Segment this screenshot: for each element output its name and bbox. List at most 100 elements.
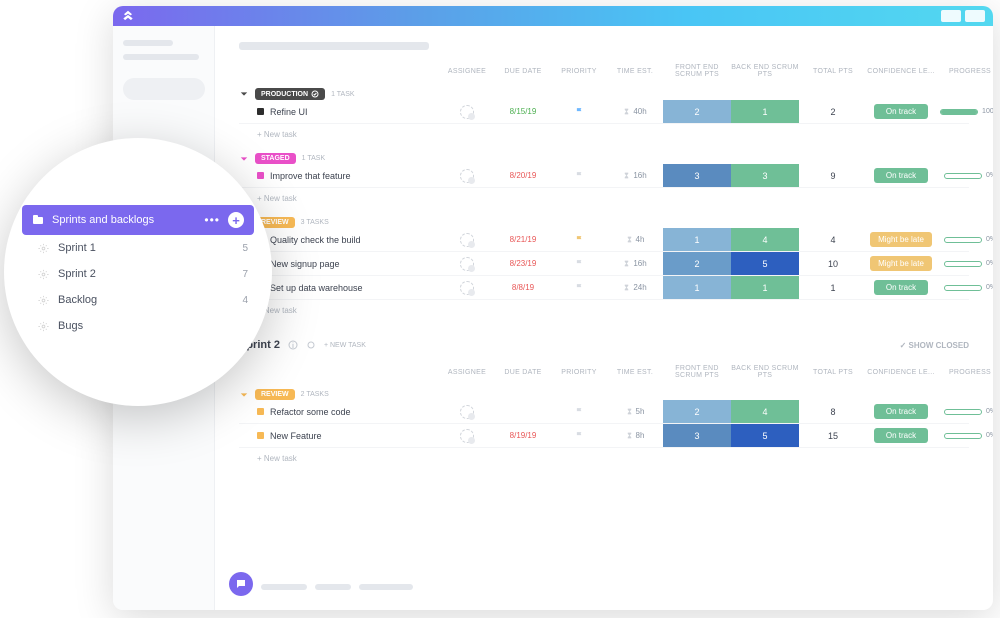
be-scrum-pts[interactable]: 5 bbox=[731, 424, 799, 447]
sidebar-list-item[interactable]: Sprint 15 bbox=[22, 235, 254, 261]
flag-icon[interactable] bbox=[575, 107, 584, 116]
priority-cell[interactable] bbox=[551, 235, 607, 244]
flag-icon[interactable] bbox=[575, 283, 584, 292]
assignee-cell[interactable] bbox=[439, 233, 495, 247]
flag-icon[interactable] bbox=[575, 407, 584, 416]
assignee-placeholder-icon[interactable] bbox=[460, 169, 474, 183]
flag-icon[interactable] bbox=[575, 431, 584, 440]
sprint-header[interactable]: Sprint 2 i + NEW TASK ✓ SHOW CLOSED bbox=[239, 339, 969, 351]
status-group-header[interactable]: STAGED 1 TASK bbox=[239, 153, 969, 164]
fe-scrum-pts[interactable]: 2 bbox=[663, 100, 731, 123]
progress-cell[interactable]: 100% bbox=[935, 108, 993, 115]
chat-button[interactable] bbox=[229, 572, 253, 596]
priority-cell[interactable] bbox=[551, 407, 607, 416]
status-pill[interactable]: REVIEW bbox=[255, 389, 295, 400]
task-row[interactable]: Set up data warehouse 8/8/19 24h 1 1 1 O… bbox=[239, 276, 969, 300]
task-title[interactable]: Improve that feature bbox=[239, 171, 439, 181]
status-pill[interactable]: STAGED bbox=[255, 153, 296, 164]
progress-cell[interactable]: 0% bbox=[935, 236, 993, 243]
be-scrum-pts[interactable]: 1 bbox=[731, 100, 799, 123]
new-task-button[interactable]: + New task bbox=[239, 300, 969, 319]
task-row[interactable]: Refactor some code 5h 2 4 8 On track 0% bbox=[239, 400, 969, 424]
due-date[interactable]: 8/21/19 bbox=[495, 235, 551, 244]
settings-icon[interactable] bbox=[306, 340, 316, 350]
popout-header[interactable]: Sprints and backlogs ••• + bbox=[22, 205, 254, 235]
time-estimate[interactable]: 5h bbox=[607, 407, 663, 416]
priority-cell[interactable] bbox=[551, 107, 607, 116]
time-estimate[interactable]: 8h bbox=[607, 431, 663, 440]
fe-scrum-pts[interactable]: 2 bbox=[663, 252, 731, 275]
fe-scrum-pts[interactable]: 3 bbox=[663, 424, 731, 447]
due-date[interactable]: 8/20/19 bbox=[495, 171, 551, 180]
sidebar-list-item[interactable]: Backlog4 bbox=[22, 287, 254, 313]
add-button[interactable]: + bbox=[228, 212, 244, 228]
status-pill[interactable]: PRODUCTION bbox=[255, 88, 325, 100]
assignee-placeholder-icon[interactable] bbox=[460, 405, 474, 419]
assignee-placeholder-icon[interactable] bbox=[460, 281, 474, 295]
task-row[interactable]: Refine UI 8/15/19 40h 2 1 2 On track 100… bbox=[239, 100, 969, 124]
assignee-placeholder-icon[interactable] bbox=[460, 233, 474, 247]
confidence-cell[interactable]: On track bbox=[867, 428, 935, 443]
confidence-cell[interactable]: Might be late bbox=[867, 232, 935, 247]
new-task-button[interactable]: + New task bbox=[239, 448, 969, 467]
window-control[interactable] bbox=[965, 10, 985, 22]
progress-cell[interactable]: 0% bbox=[935, 408, 993, 415]
assignee-cell[interactable] bbox=[439, 429, 495, 443]
be-scrum-pts[interactable]: 5 bbox=[731, 252, 799, 275]
priority-cell[interactable] bbox=[551, 431, 607, 440]
window-control[interactable] bbox=[941, 10, 961, 22]
task-title[interactable]: New Feature bbox=[239, 431, 439, 441]
due-date[interactable]: 8/15/19 bbox=[495, 107, 551, 116]
flag-icon[interactable] bbox=[575, 259, 584, 268]
assignee-cell[interactable] bbox=[439, 169, 495, 183]
task-title[interactable]: Refine UI bbox=[239, 107, 439, 117]
due-date[interactable]: 8/23/19 bbox=[495, 259, 551, 268]
fe-scrum-pts[interactable]: 1 bbox=[663, 228, 731, 251]
task-row[interactable]: Improve that feature 8/20/19 16h 3 3 9 O… bbox=[239, 164, 969, 188]
progress-cell[interactable]: 0% bbox=[935, 284, 993, 291]
progress-cell[interactable]: 0% bbox=[935, 260, 993, 267]
status-group-header[interactable]: PRODUCTION 1 TASK bbox=[239, 88, 969, 100]
priority-cell[interactable] bbox=[551, 171, 607, 180]
time-estimate[interactable]: 24h bbox=[607, 283, 663, 292]
confidence-cell[interactable]: On track bbox=[867, 168, 935, 183]
chevron-down-icon[interactable] bbox=[239, 89, 249, 99]
time-estimate[interactable]: 16h bbox=[607, 171, 663, 180]
new-task-link[interactable]: + NEW TASK bbox=[324, 342, 366, 349]
task-title[interactable]: Refactor some code bbox=[239, 407, 439, 417]
priority-cell[interactable] bbox=[551, 283, 607, 292]
confidence-cell[interactable]: On track bbox=[867, 104, 935, 119]
due-date[interactable]: 8/19/19 bbox=[495, 431, 551, 440]
priority-cell[interactable] bbox=[551, 259, 607, 268]
assignee-placeholder-icon[interactable] bbox=[460, 257, 474, 271]
be-scrum-pts[interactable]: 4 bbox=[731, 228, 799, 251]
fe-scrum-pts[interactable]: 2 bbox=[663, 400, 731, 423]
assignee-cell[interactable] bbox=[439, 105, 495, 119]
fe-scrum-pts[interactable]: 3 bbox=[663, 164, 731, 187]
sidebar-list-item[interactable]: Sprint 27 bbox=[22, 261, 254, 287]
more-icon[interactable]: ••• bbox=[204, 213, 220, 227]
chevron-down-icon[interactable] bbox=[239, 154, 249, 164]
confidence-cell[interactable]: Might be late bbox=[867, 256, 935, 271]
assignee-placeholder-icon[interactable] bbox=[460, 429, 474, 443]
progress-cell[interactable]: 0% bbox=[935, 172, 993, 179]
new-task-button[interactable]: + New task bbox=[239, 188, 969, 207]
time-estimate[interactable]: 40h bbox=[607, 107, 663, 116]
time-estimate[interactable]: 4h bbox=[607, 235, 663, 244]
assignee-cell[interactable] bbox=[439, 405, 495, 419]
flag-icon[interactable] bbox=[575, 171, 584, 180]
be-scrum-pts[interactable]: 3 bbox=[731, 164, 799, 187]
assignee-placeholder-icon[interactable] bbox=[460, 105, 474, 119]
fe-scrum-pts[interactable]: 1 bbox=[663, 276, 731, 299]
task-row[interactable]: New Feature 8/19/19 8h 3 5 15 On track 0… bbox=[239, 424, 969, 448]
assignee-cell[interactable] bbox=[439, 281, 495, 295]
task-row[interactable]: Quality check the build 8/21/19 4h 1 4 4… bbox=[239, 228, 969, 252]
be-scrum-pts[interactable]: 1 bbox=[731, 276, 799, 299]
status-group-header[interactable]: REVIEW 3 TASKS bbox=[239, 217, 969, 228]
confidence-cell[interactable]: On track bbox=[867, 404, 935, 419]
new-task-button[interactable]: + New task bbox=[239, 124, 969, 143]
time-estimate[interactable]: 16h bbox=[607, 259, 663, 268]
show-closed-toggle[interactable]: ✓ SHOW CLOSED bbox=[900, 341, 969, 350]
task-row[interactable]: New signup page 8/23/19 16h 2 5 10 Might… bbox=[239, 252, 969, 276]
assignee-cell[interactable] bbox=[439, 257, 495, 271]
